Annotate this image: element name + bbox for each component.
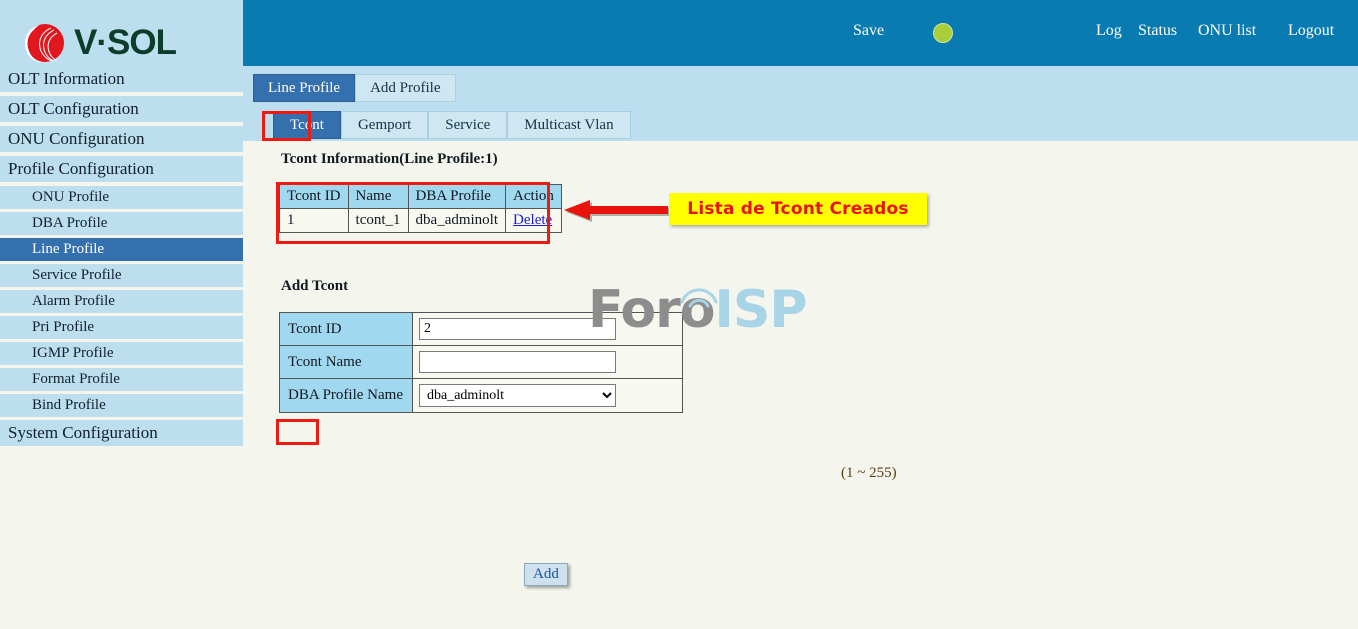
tcont-id-input[interactable] xyxy=(419,318,616,340)
top-navigation-bar: Save Log Status ONU list Logout xyxy=(243,0,1358,66)
field-dba-profile-cell: dba_adminolt xyxy=(412,378,683,413)
nav-link-status[interactable]: Status xyxy=(1138,22,1177,40)
sidebar-item-service-profile[interactable]: Service Profile xyxy=(0,264,243,287)
tab-band: Line Profile Add Profile Tcont Gemport Serv… xyxy=(243,66,1358,141)
dba-profile-name-select[interactable]: dba_adminolt xyxy=(419,384,616,407)
add-tcont-title: Add Tcont xyxy=(281,278,349,294)
label-tcont-name: Tcont Name xyxy=(279,345,413,379)
sidebar-item-olt-information[interactable]: OLT Information xyxy=(0,66,243,92)
add-tcont-form: Tcont ID Tcont Name DBA Profile Name dba… xyxy=(279,312,683,413)
status-indicator-dot xyxy=(933,23,953,43)
save-button[interactable]: Save xyxy=(853,22,884,40)
sidebar-item-alarm-profile[interactable]: Alarm Profile xyxy=(0,290,243,313)
form-row-dba-profile-name: DBA Profile Name dba_adminolt xyxy=(279,378,683,413)
tab-service[interactable]: Service xyxy=(428,111,508,139)
annotation-callout: Lista de Tcont Creados xyxy=(669,193,927,225)
sidebar-item-format-profile[interactable]: Format Profile xyxy=(0,368,243,391)
delete-link[interactable]: Delete xyxy=(513,212,552,228)
form-row-tcont-id: Tcont ID xyxy=(279,312,683,346)
brand-name: V·SOL xyxy=(74,23,177,62)
column-header-action: Action xyxy=(505,184,562,209)
column-header-name: Name xyxy=(347,184,409,209)
column-header-tcont-id: Tcont ID xyxy=(279,184,349,209)
annotation-arrow-icon xyxy=(564,200,670,222)
nav-link-onu-list[interactable]: ONU list xyxy=(1198,22,1256,40)
vsol-logo-icon xyxy=(18,18,68,68)
label-dba-profile-name: DBA Profile Name xyxy=(279,378,413,413)
tab-tcont[interactable]: Tcont xyxy=(273,111,341,139)
sidebar-item-line-profile[interactable]: Line Profile xyxy=(0,238,243,261)
label-tcont-id: Tcont ID xyxy=(279,312,413,346)
tcont-name-input[interactable] xyxy=(419,351,616,373)
cell-tcont-id: 1 xyxy=(279,208,349,233)
sidebar-navigation: OLT Information OLT Configuration ONU Conf… xyxy=(0,66,243,450)
nav-link-log[interactable]: Log xyxy=(1096,22,1122,40)
sidebar-item-igmp-profile[interactable]: IGMP Profile xyxy=(0,342,243,365)
logo-pane: V·SOL xyxy=(0,0,243,66)
secondary-tabs: Tcont Gemport Service Multicast Vlan xyxy=(243,111,631,139)
cell-name: tcont_1 xyxy=(347,208,409,233)
field-tcont-name-cell xyxy=(412,345,683,379)
sidebar-item-olt-configuration[interactable]: OLT Configuration xyxy=(0,96,243,122)
column-header-dba-profile: DBA Profile xyxy=(407,184,507,209)
brand-logo[interactable]: V·SOL xyxy=(18,18,177,68)
tab-add-profile[interactable]: Add Profile xyxy=(355,74,456,102)
tab-gemport[interactable]: Gemport xyxy=(340,111,429,139)
table-row: 1 tcont_1 dba_adminolt Delete xyxy=(279,208,562,233)
sidebar-item-profile-configuration[interactable]: Profile Configuration xyxy=(0,156,243,182)
sidebar-item-bind-profile[interactable]: Bind Profile xyxy=(0,394,243,417)
watermark-signal-icon xyxy=(680,288,718,308)
tab-multicast-vlan[interactable]: Multicast Vlan xyxy=(507,111,631,139)
tcont-information-table: Tcont ID Name DBA Profile Action 1 tcont… xyxy=(279,184,562,233)
sidebar-item-onu-configuration[interactable]: ONU Configuration xyxy=(0,126,243,152)
tcont-information-title: Tcont Information(Line Profile:1) xyxy=(281,151,498,167)
sidebar-item-pri-profile[interactable]: Pri Profile xyxy=(0,316,243,339)
tab-line-profile[interactable]: Line Profile xyxy=(253,74,356,102)
sidebar-item-system-configuration[interactable]: System Configuration xyxy=(0,420,243,446)
sidebar-item-dba-profile[interactable]: DBA Profile xyxy=(0,212,243,235)
cell-action: Delete xyxy=(505,208,562,233)
sidebar-item-onu-profile[interactable]: ONU Profile xyxy=(0,186,243,209)
field-tcont-id-cell xyxy=(412,312,683,346)
nav-link-logout[interactable]: Logout xyxy=(1288,22,1334,40)
add-button[interactable]: Add xyxy=(524,563,568,586)
form-row-tcont-name: Tcont Name xyxy=(279,345,683,379)
primary-tabs: Line Profile Add Profile xyxy=(253,74,456,102)
table-header-row: Tcont ID Name DBA Profile Action xyxy=(279,184,562,209)
tcont-id-range-hint: (1 ~ 255) xyxy=(841,465,897,481)
cell-dba-profile: dba_adminolt xyxy=(407,208,507,233)
